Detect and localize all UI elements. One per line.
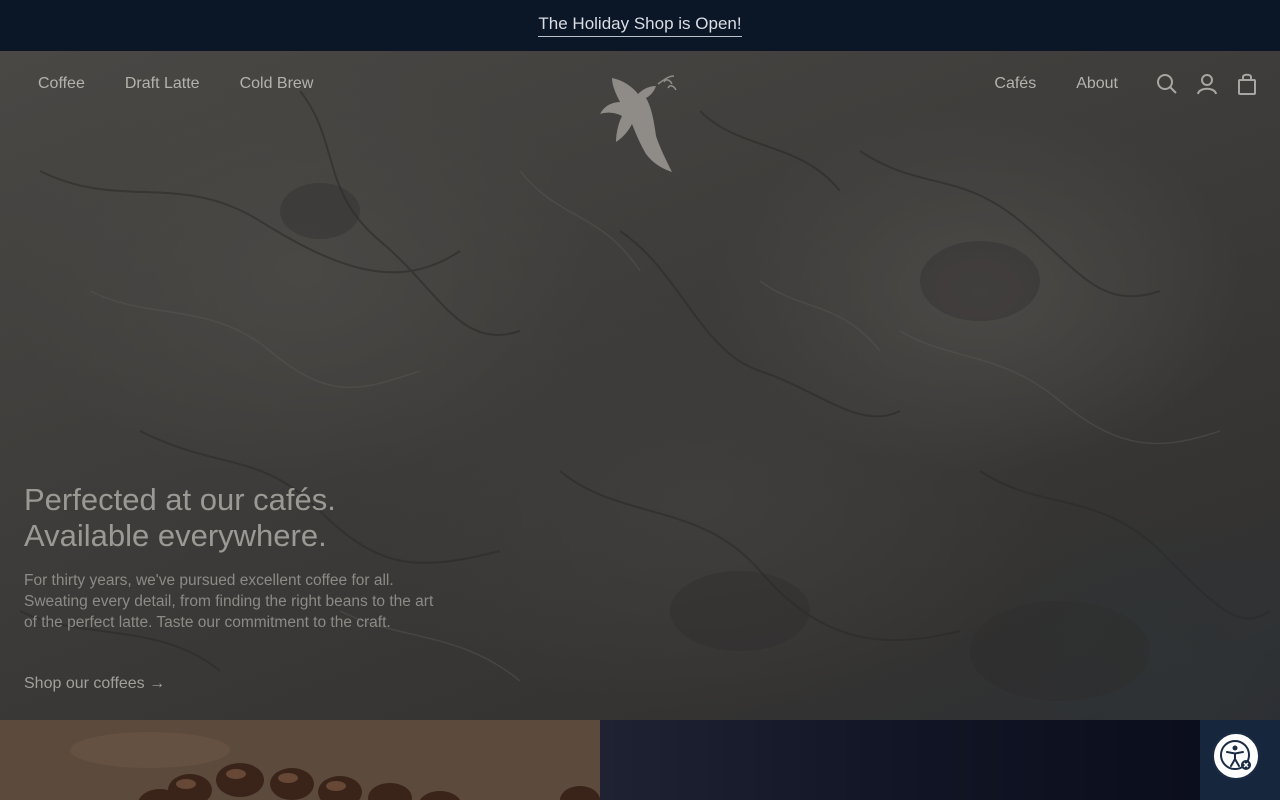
search-icon[interactable] — [1156, 72, 1178, 96]
account-icon[interactable] — [1196, 72, 1218, 96]
shop-coffees-link[interactable]: Shop our coffees → — [24, 675, 165, 693]
hero-title-line-1: Perfected at our cafés. — [24, 482, 336, 517]
hero-body: For thirty years, we've pursued excellen… — [24, 572, 434, 631]
hero-title-line-2: Available everywhere. — [24, 518, 327, 553]
holiday-shop-link[interactable]: The Holiday Shop is Open! — [538, 14, 742, 37]
nav-icon-group — [1156, 72, 1258, 96]
promo-bar: The Holiday Shop is Open! — [0, 0, 1280, 51]
nav-left-group: Coffee Draft Latte Cold Brew — [38, 75, 313, 93]
accessibility-button[interactable] — [1212, 732, 1260, 780]
dove-logo-icon[interactable] — [598, 74, 682, 176]
coffee-beans-tile[interactable] — [0, 720, 600, 800]
hero-copy: Perfected at our cafés. Available everyw… — [24, 482, 444, 633]
nav-right-group: Cafés About — [994, 75, 1118, 93]
nav-cafes[interactable]: Cafés — [994, 75, 1036, 93]
nav-draft-latte[interactable]: Draft Latte — [125, 75, 200, 93]
dark-feature-tile[interactable] — [600, 720, 1200, 800]
nav-about[interactable]: About — [1076, 75, 1118, 93]
accessibility-icon — [1220, 740, 1251, 770]
coffee-beans-image — [0, 720, 600, 800]
bag-icon[interactable] — [1236, 72, 1258, 96]
nav-coffee[interactable]: Coffee — [38, 75, 85, 93]
hero-title: Perfected at our cafés. Available everyw… — [24, 482, 444, 554]
nav-cold-brew[interactable]: Cold Brew — [240, 75, 314, 93]
